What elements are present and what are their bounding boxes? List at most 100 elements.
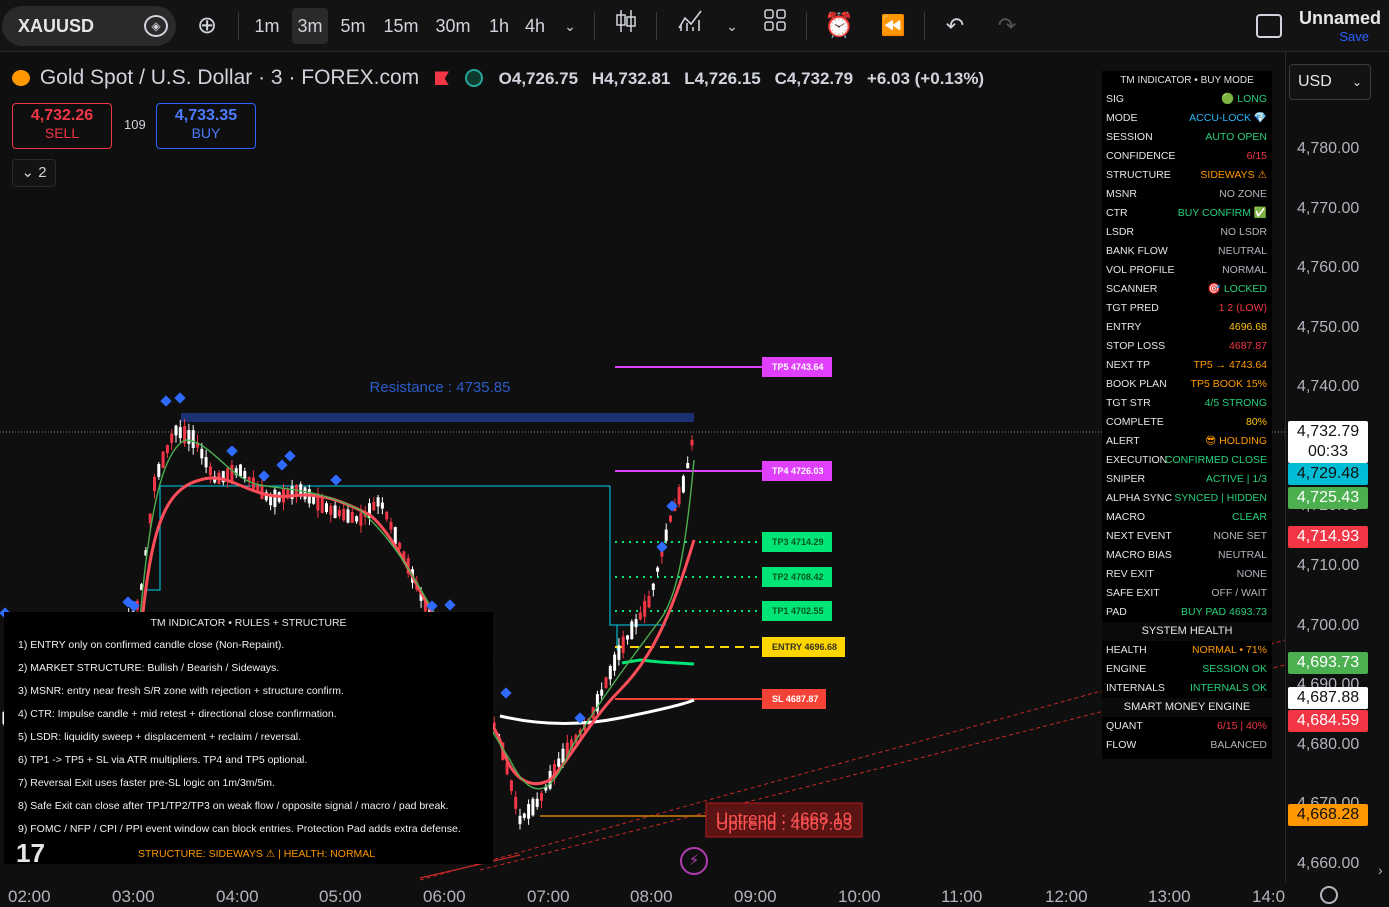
price-tick: 4,660.00 bbox=[1297, 855, 1360, 872]
redo-icon[interactable]: ↷ bbox=[992, 8, 1022, 44]
candle bbox=[337, 510, 341, 517]
interval-3m[interactable]: 3m bbox=[292, 8, 328, 44]
candle bbox=[376, 497, 380, 507]
indicators-icon[interactable] bbox=[674, 8, 708, 44]
price-tick: 4,760.00 bbox=[1297, 259, 1360, 276]
panel-row: MACRO BIAS NEUTRAL bbox=[1102, 546, 1272, 565]
panel-row-value: INTERNALS OK bbox=[1189, 682, 1267, 694]
signal-diamond bbox=[276, 459, 288, 471]
panel-row: REV EXIT NONE bbox=[1102, 565, 1272, 584]
panel-row-value: NORMAL • 71% bbox=[1191, 644, 1267, 656]
panel-row-key: SCANNER bbox=[1106, 283, 1158, 295]
layout-grid-icon[interactable] bbox=[760, 8, 790, 44]
interval-1h[interactable]: 1h bbox=[484, 8, 514, 44]
candle bbox=[346, 509, 350, 523]
top-toolbar: XAUUSD ◈ ⊕ 1m 3m 5m 15m 30m 1h 4h ⌄ ⌄ ⏰ … bbox=[0, 0, 1389, 52]
symbol-search[interactable]: XAUUSD ◈ bbox=[2, 6, 176, 46]
candle bbox=[527, 804, 531, 819]
sell-button[interactable]: 4,732.26 SELL bbox=[12, 103, 112, 149]
panel-row-key: PAD bbox=[1106, 606, 1127, 618]
buy-button[interactable]: 4,733.35 BUY bbox=[156, 103, 256, 149]
buy-price: 4,733.35 bbox=[174, 107, 238, 124]
currency-select[interactable]: USD ⌄ bbox=[1289, 64, 1371, 100]
panel-row-key: QUANT bbox=[1106, 720, 1143, 732]
panel-row: FLOW BALANCED bbox=[1102, 736, 1272, 755]
panel-row: COMPLETE 80% bbox=[1102, 413, 1272, 432]
interval-1m[interactable]: 1m bbox=[250, 8, 284, 44]
sell-label: SELL bbox=[44, 125, 80, 141]
tp1-label: TP1 4702.55 bbox=[762, 601, 832, 621]
buy-label: BUY bbox=[191, 125, 221, 141]
interval-15m[interactable]: 15m bbox=[380, 8, 422, 44]
price-tick: 4,740.00 bbox=[1297, 378, 1360, 395]
interval-30m[interactable]: 30m bbox=[432, 8, 474, 44]
undo-icon[interactable]: ↶ bbox=[940, 8, 970, 44]
save-button[interactable]: Save bbox=[1299, 29, 1369, 44]
time-tick: 10:00 bbox=[838, 887, 881, 906]
candle bbox=[630, 621, 634, 640]
panel-row-key: MODE bbox=[1106, 112, 1138, 124]
candle bbox=[626, 635, 629, 640]
panel-row: SNIPER ACTIVE | 1/3 bbox=[1102, 470, 1272, 489]
price-tick: 4,750.00 bbox=[1297, 319, 1360, 336]
price-tick: 4,780.00 bbox=[1297, 140, 1360, 157]
signal-diamond bbox=[258, 470, 270, 482]
panel-row: LSDR NO LSDR bbox=[1102, 223, 1272, 242]
panel-row-key: REV EXIT bbox=[1106, 568, 1154, 580]
layout-name[interactable]: Unnamed Save bbox=[1299, 8, 1381, 44]
panel-row-value: AUTO OPEN bbox=[1205, 131, 1267, 143]
panel-row-key: NEXT TP bbox=[1106, 359, 1150, 371]
panel-row: CONFIDENCE 6/15 bbox=[1102, 147, 1272, 166]
chart-title: Gold Spot / U.S. Dollar · 3 · FOREX.com bbox=[39, 66, 420, 89]
settings-gear-icon[interactable] bbox=[1320, 886, 1338, 904]
panel-row-value: SYNCED | HIDDEN bbox=[1174, 492, 1267, 504]
alert-clock-icon[interactable]: ⏰ bbox=[822, 8, 856, 44]
signal-diamond bbox=[226, 445, 238, 457]
tradingview-logo[interactable]: 17 bbox=[16, 838, 45, 869]
panel-row: CTR BUY CONFIRM ✅ bbox=[1102, 204, 1272, 223]
time-tick: 09:00 bbox=[734, 887, 777, 906]
rule-line: 4) CTR: Impulse candle + mid retest + di… bbox=[18, 708, 337, 720]
sl-label: SL 4687.87 bbox=[762, 689, 827, 709]
panel-row: ALERT 😎 HOLDING bbox=[1102, 432, 1272, 451]
candle bbox=[230, 464, 234, 482]
candle bbox=[165, 444, 169, 454]
price-tag: 4,729.48 bbox=[1288, 463, 1368, 485]
panel-row-key: VOL PROFILE bbox=[1106, 264, 1175, 276]
panel-row-key: STOP LOSS bbox=[1106, 340, 1166, 352]
panel-row-value: ACCU-LOCK 💎 bbox=[1189, 112, 1267, 124]
replay-icon[interactable]: ⏪ bbox=[878, 8, 908, 44]
panel-row-key: BOOK PLAN bbox=[1106, 378, 1167, 390]
chart-legend[interactable]: Gold Spot / U.S. Dollar · 3 · FOREX.com … bbox=[12, 66, 984, 90]
panel-row-value: ACTIVE | 1/3 bbox=[1205, 473, 1267, 485]
panel-title: TM INDICATOR • BUY MODE bbox=[1120, 75, 1254, 86]
market-status-icon bbox=[464, 69, 483, 88]
candle bbox=[191, 430, 195, 449]
chevron-down-icon[interactable]: ⌄ bbox=[560, 8, 580, 44]
interval-5m[interactable]: 5m bbox=[336, 8, 370, 44]
layout-square-icon[interactable] bbox=[1256, 14, 1282, 38]
panel-row-value: 4696.68 bbox=[1229, 321, 1267, 333]
panel-row: TGT STR 4/5 STRONG bbox=[1102, 394, 1272, 413]
candle bbox=[621, 636, 625, 653]
lightning-icon[interactable]: ⚡ bbox=[680, 847, 708, 875]
symbol-info-icon[interactable]: ◈ bbox=[144, 15, 168, 37]
chevron-down-icon: ⌄ bbox=[1351, 75, 1362, 89]
chevron-down-icon[interactable]: ⌄ bbox=[722, 8, 742, 44]
time-tick: 11:00 bbox=[941, 887, 983, 906]
candle bbox=[617, 645, 621, 660]
candle bbox=[153, 476, 156, 492]
candle-type-icon[interactable] bbox=[610, 8, 642, 44]
panel-row-key: MACRO bbox=[1106, 511, 1146, 523]
candle bbox=[656, 567, 660, 572]
add-symbol-icon[interactable]: ⊕ bbox=[192, 8, 222, 44]
chevron-right-icon[interactable]: › bbox=[1378, 862, 1383, 878]
candle bbox=[600, 689, 604, 696]
interval-4h[interactable]: 4h bbox=[520, 8, 550, 44]
indicators-collapse-button[interactable]: ⌄ 2 bbox=[12, 159, 56, 187]
rules-box: TM INDICATOR • RULES + STRUCTURE 1) ENTR… bbox=[4, 612, 493, 864]
panel-row-value: 🎯 LOCKED bbox=[1207, 283, 1267, 295]
candle bbox=[174, 425, 178, 436]
signal-diamond bbox=[284, 450, 296, 462]
ohlc-close: C4,732.79 bbox=[774, 69, 854, 88]
